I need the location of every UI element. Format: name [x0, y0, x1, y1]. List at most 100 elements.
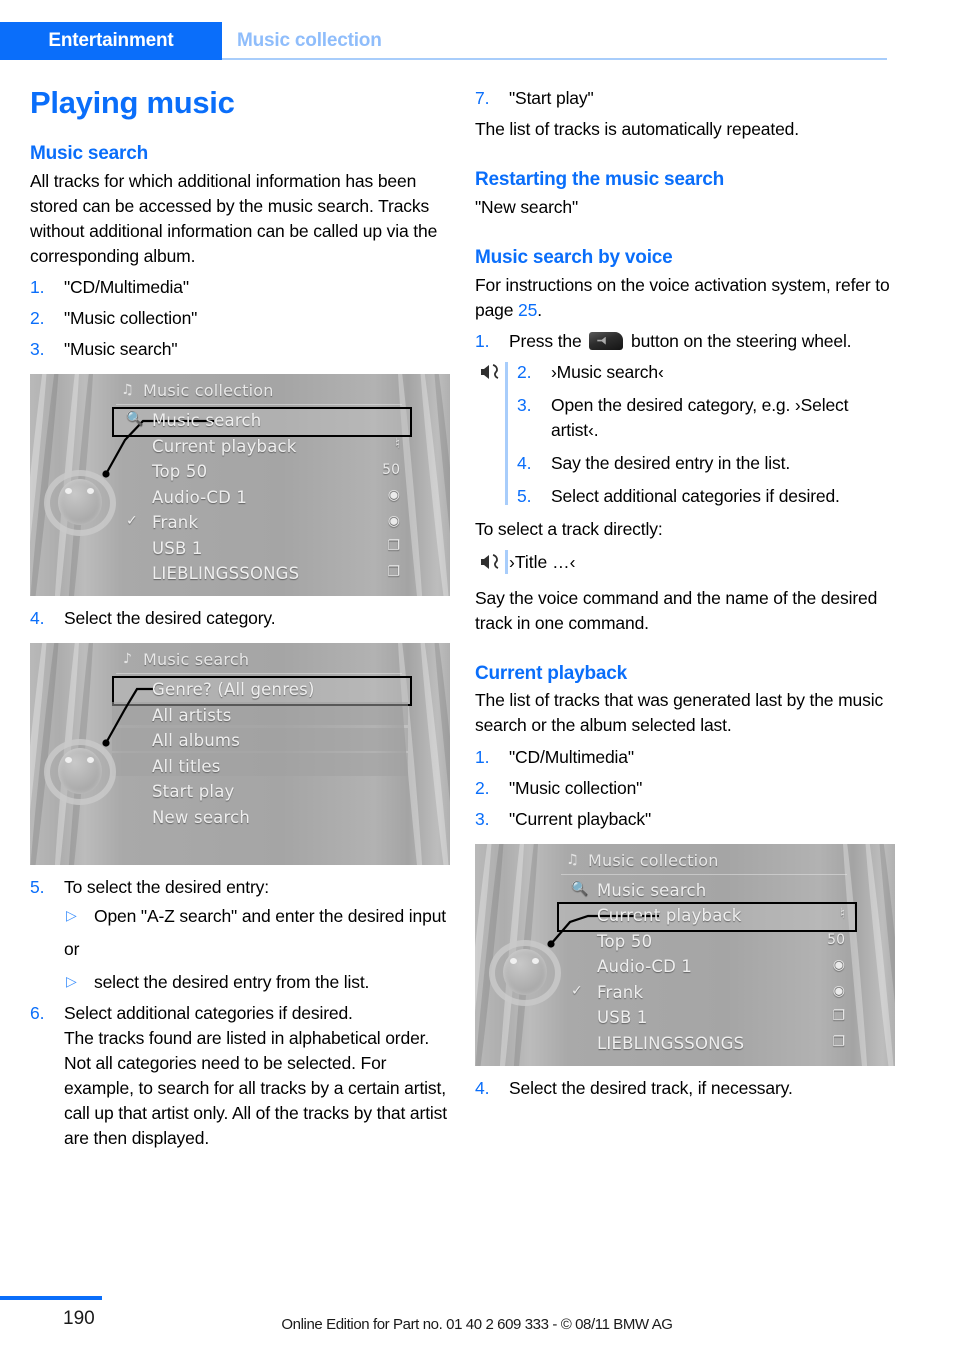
step-number: 2.: [30, 307, 45, 328]
table-row[interactable]: Current playback ♮: [557, 902, 857, 932]
step-text-line3: Not all categories need to be selected. …: [64, 1053, 447, 1149]
or-separator: or: [64, 939, 80, 959]
page-header: Entertainment Music collection: [0, 22, 954, 60]
step-number: 3.: [30, 338, 45, 359]
table-row[interactable]: Audio-CD 1 ◉: [561, 954, 849, 980]
table-row[interactable]: Start play: [116, 779, 404, 805]
list-item: 1. "CD/Multimedia": [30, 275, 450, 300]
step-text: ›Music search‹: [551, 361, 664, 382]
table-row[interactable]: Audio-CD 1 ◉: [116, 484, 404, 510]
step-number: 2.: [475, 777, 490, 798]
header-divider: [222, 58, 887, 60]
step-number: 1.: [475, 330, 490, 351]
step-text: "Start play": [509, 88, 594, 108]
step-number: 5.: [517, 485, 532, 506]
step-text: Select the desired category.: [64, 607, 276, 628]
direct-track-intro: To select a track directly:: [475, 518, 663, 539]
music-search-step7: 7. "Start play": [475, 86, 895, 111]
menu-item-label: New search: [152, 807, 251, 827]
figure-title: Music search: [143, 649, 250, 669]
step-text: Select additional categories if desired.: [551, 485, 840, 506]
table-row[interactable]: 🔍 Music search: [112, 406, 412, 437]
voice-steps-list: 2. ›Music search‹ 3. Open the desired ca…: [509, 360, 895, 509]
footer-edition-note: Online Edition for Part no. 01 40 2 609 …: [281, 1316, 673, 1333]
playlist-note-icon: ♮: [394, 436, 400, 453]
voice-accent-bar: [505, 549, 508, 574]
music-search-step4: 4. Select the desired category.: [30, 606, 450, 631]
top50-badge: 50: [827, 931, 845, 948]
step-text: "Music collection": [64, 307, 198, 328]
menu-item-label: USB 1: [597, 1008, 648, 1028]
figure-current-playback-menu: ♫ Music collection 🔍 Music search Curren…: [475, 843, 895, 1066]
table-row[interactable]: 🔍 Music search: [561, 878, 849, 904]
figure-menu-list: 🔍 Music search Current playback ♮ Top 50…: [112, 406, 412, 587]
table-row[interactable]: ✓ Frank ◉: [116, 510, 404, 536]
triangle-bullet-icon: ▷: [66, 973, 77, 990]
table-row[interactable]: All albums: [112, 727, 408, 754]
menu-item-label: LIEBLINGSSONGS: [597, 1033, 745, 1053]
menu-item-label: Music search: [597, 880, 707, 900]
menu-item-label: Audio-CD 1: [152, 487, 248, 507]
step-text-line1: Select additional categories if desired.: [64, 1003, 353, 1024]
step-text: "Current playback": [509, 808, 652, 829]
list-item: 2. "Music collection": [30, 306, 450, 331]
folder-icon: ❐: [387, 563, 400, 580]
step-text: To select the desired entry:: [64, 876, 269, 897]
music-note-icon: ♫: [121, 381, 134, 398]
top50-badge: 50: [382, 461, 400, 478]
figure-music-collection-menu: ♫ Music collection 🔍 Music search Curren…: [30, 373, 450, 596]
table-row[interactable]: USB 1 ❐: [116, 535, 404, 561]
direct-command-text: ›Title …‹: [509, 551, 576, 572]
menu-item-label: USB 1: [152, 538, 203, 558]
playlist-note-icon: ♮: [839, 906, 845, 923]
step-text: "Music collection": [509, 777, 643, 798]
voice-step1-a: Press the: [509, 330, 587, 351]
step7-note: The list of tracks is automatically repe…: [475, 119, 799, 140]
bullet-text: Open "A-Z search" and enter the desired …: [94, 905, 446, 926]
list-item: 2. "Music collection": [475, 776, 895, 801]
table-row[interactable]: Top 50 50: [116, 459, 404, 485]
voice-command-block: 2. ›Music search‹ 3. Open the desired ca…: [475, 360, 895, 509]
table-row[interactable]: Top 50 50: [561, 929, 849, 955]
table-row[interactable]: New search: [116, 804, 404, 830]
music-search-intro: All tracks for which additional informat…: [30, 170, 438, 266]
folder-icon: ❐: [832, 1033, 845, 1050]
table-row[interactable]: All artists: [112, 702, 408, 728]
voice-command-icon: [481, 553, 499, 569]
list-item: 4. Select the desired track, if necessar…: [475, 1076, 895, 1101]
table-row[interactable]: ✓ Frank ◉: [561, 980, 849, 1006]
step-number: 2.: [517, 361, 532, 382]
list-item: 3. "Music search": [30, 337, 450, 362]
step-number: 4.: [30, 607, 45, 628]
table-row[interactable]: Current playback ♮: [116, 433, 404, 459]
table-row[interactable]: All titles: [112, 753, 408, 779]
disc-icon: ◉: [832, 957, 845, 974]
figure-divider: [116, 403, 402, 405]
step-text-line2: The tracks found are listed in alphabeti…: [64, 1028, 430, 1049]
heading-current-playback: Current playback: [475, 662, 628, 684]
voice-step1: 1. Press the button on the steering whee…: [475, 329, 895, 354]
step-text: Open the desired category, e.g. ›Select …: [551, 394, 849, 440]
menu-item-label: Music search: [152, 411, 262, 431]
header-section-tab[interactable]: Entertainment: [0, 22, 222, 60]
table-row[interactable]: USB 1 ❐: [561, 1005, 849, 1031]
menu-item-label: All albums: [152, 731, 240, 751]
list-item: 6. Select additional categories if desir…: [30, 1001, 450, 1151]
table-row[interactable]: Genre? (All genres): [112, 675, 412, 706]
step-text: Say the desired entry in the list.: [551, 452, 791, 473]
voice-direct-command-block: ›Title …‹: [475, 549, 895, 576]
steering-wheel-voice-button-icon: [589, 331, 624, 350]
folder-icon: ❐: [832, 1008, 845, 1025]
menu-item-label: Top 50: [597, 931, 653, 951]
page-reference-link[interactable]: 25: [518, 300, 537, 320]
header-breadcrumb[interactable]: Music collection: [237, 22, 382, 60]
table-row[interactable]: LIEBLINGSSONGS ❐: [561, 1031, 849, 1057]
disc-icon: ◉: [387, 512, 400, 529]
music-search-steps: 1. "CD/Multimedia" 2. "Music collection"…: [30, 275, 450, 362]
idrive-controller-knob: [40, 466, 120, 540]
sub-bullets: ▷ Open "A-Z search" and enter the desire…: [64, 904, 450, 929]
table-row[interactable]: LIEBLINGSSONGS ❐: [116, 561, 404, 587]
figure-menu-list: 🔍 Music search Current playback ♮ Top 50…: [557, 878, 857, 1057]
step-number: 5.: [30, 876, 45, 897]
bullet-text: select the desired entry from the list.: [94, 972, 370, 993]
